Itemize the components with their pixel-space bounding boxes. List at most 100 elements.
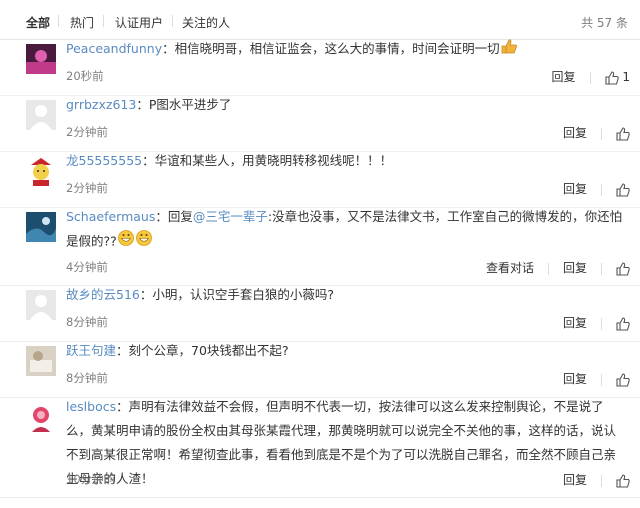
comment-item: 龙55555555：华谊和某些人，用黄晓明转移视线呢！！！ 2分钟前 回复: [0, 152, 640, 208]
colon: ：: [142, 153, 155, 168]
comment-item: leslbocs：声明有法律效益不会假，但声明不代表一切，按法律可以这么发来控制…: [0, 398, 640, 498]
action-divider: [601, 317, 602, 330]
comment-username[interactable]: Schaefermaus: [66, 209, 155, 224]
colon: ：: [155, 209, 168, 224]
reply-button[interactable]: 回复: [563, 370, 587, 387]
comment-actions: 查看对话 回复: [472, 259, 630, 276]
thumbs-up-icon: [616, 261, 630, 276]
tab-divider: [103, 15, 104, 27]
action-divider: [547, 262, 549, 275]
photo-avatar-icon: [26, 212, 56, 242]
tab-following[interactable]: 关注的人: [182, 14, 230, 31]
comment-body: 故乡的云516：小明，认识空手套白狼的小薇吗?: [66, 283, 626, 307]
comment-text: 刻个公章，70块钱都出不起?: [128, 343, 289, 358]
colon: ：: [136, 97, 149, 112]
avatar[interactable]: [26, 212, 56, 242]
comment-text: 相信晓明哥，相信证监会，这么大的事情，时间会证明一切: [174, 41, 500, 56]
comment-body: 龙55555555：华谊和某些人，用黄晓明转移视线呢！！！: [66, 149, 626, 173]
comment-actions: 回复 1: [538, 68, 630, 85]
reply-button[interactable]: 回复: [563, 180, 587, 197]
comment-time: 20秒前: [66, 69, 104, 83]
colon: ：: [116, 399, 129, 414]
like-button[interactable]: [616, 126, 630, 141]
like-button[interactable]: [616, 316, 630, 331]
thumbs-up-icon: [616, 182, 630, 197]
thumbs-up-icon: [604, 70, 619, 85]
tab-verified-users[interactable]: 认证用户: [115, 14, 163, 31]
thumbs-up-emoji-icon: [500, 38, 518, 62]
reply-button[interactable]: 回复: [563, 314, 587, 331]
comment-username[interactable]: Peaceandfunny: [66, 41, 162, 56]
comment-body: 跃王句建：刻个公章，70块钱都出不起?: [66, 339, 626, 363]
comment-body: Peaceandfunny：相信晓明哥，相信证监会，这么大的事情，时间会证明一切: [66, 37, 626, 62]
comment-item: 故乡的云516：小明，认识空手套白狼的小薇吗? 8分钟前 回复: [0, 286, 640, 342]
reply-button[interactable]: 回复: [563, 471, 587, 488]
avatar-icon: [26, 44, 56, 74]
comment-time: 4分钟前: [66, 260, 108, 274]
reply-button[interactable]: 回复: [563, 124, 587, 141]
avatar[interactable]: [26, 290, 56, 320]
comment-text: 声明有法律效益不会假，但声明不代表一切，按法律可以这么发来控制舆论，不是说了么，…: [66, 399, 617, 486]
comment-body: grrbzxz613：P图水平进步了: [66, 93, 626, 117]
comment-time: 10分钟前: [66, 472, 116, 486]
photo-avatar-icon: [26, 402, 56, 432]
thumbs-up-icon: [616, 316, 630, 331]
thumbs-up-icon: [616, 473, 630, 488]
avatar[interactable]: [26, 44, 56, 74]
comment-username[interactable]: grrbzxz613: [66, 97, 136, 112]
comment-item: 跃王句建：刻个公章，70块钱都出不起? 8分钟前 回复: [0, 342, 640, 398]
comment-item: Schaefermaus：回复@三宅一辈子:没章也没事，又不是法律文书，工作室自…: [0, 208, 640, 286]
action-divider: [601, 474, 602, 487]
avatar[interactable]: [26, 346, 56, 376]
comment-item: grrbzxz613：P图水平进步了 2分钟前 回复: [0, 96, 640, 152]
comment-body: Schaefermaus：回复@三宅一辈子:没章也没事，又不是法律文书，工作室自…: [66, 205, 626, 255]
comment-item: Peaceandfunny：相信晓明哥，相信证监会，这么大的事情，时间会证明一切…: [0, 37, 640, 96]
cartoon-avatar-icon: [26, 156, 56, 186]
reply-button[interactable]: 回复: [552, 68, 576, 85]
photo-avatar-icon: [26, 346, 56, 376]
like-button[interactable]: [616, 473, 630, 488]
comment-username[interactable]: 龙55555555: [66, 153, 142, 168]
comment-actions: 回复: [549, 370, 630, 387]
comment-time: 2分钟前: [66, 181, 108, 195]
colon: ：: [139, 287, 153, 302]
mention-link[interactable]: @三宅一辈子: [193, 209, 268, 224]
action-divider: [601, 183, 602, 196]
grin-emoji-icon: [117, 229, 153, 255]
comment-text: 华谊和某些人，用黄晓明转移视线呢！！！: [154, 153, 393, 168]
reply-button[interactable]: 回复: [563, 259, 587, 276]
comment-actions: 回复: [549, 471, 630, 488]
comment-filter-tabs: 全部 热门 认证用户 关注的人 共 57 条: [0, 0, 640, 40]
avatar[interactable]: [26, 156, 56, 186]
like-button[interactable]: 1: [604, 70, 630, 85]
thumbs-up-icon: [616, 372, 630, 387]
like-count: 1: [622, 70, 630, 84]
tab-divider: [58, 15, 59, 27]
like-button[interactable]: [616, 261, 630, 276]
comment-actions: 回复: [549, 124, 630, 141]
action-divider: [601, 373, 602, 386]
comment-time: 2分钟前: [66, 125, 108, 139]
thumbs-up-icon: [616, 126, 630, 141]
default-avatar-icon: [26, 100, 56, 130]
action-divider: [589, 71, 591, 84]
tab-hot[interactable]: 热门: [70, 14, 94, 31]
like-button[interactable]: [616, 372, 630, 387]
comment-text: 小明，认识空手套白狼的小薇吗?: [152, 287, 335, 302]
avatar[interactable]: [26, 100, 56, 130]
colon: ：: [116, 343, 129, 358]
tab-all[interactable]: 全部: [26, 14, 50, 31]
avatar[interactable]: [26, 402, 56, 432]
comment-username[interactable]: 故乡的云516: [66, 287, 140, 302]
comment-actions: 回复: [549, 314, 630, 331]
like-button[interactable]: [616, 182, 630, 197]
tab-divider: [172, 15, 173, 27]
comment-count: 共 57 条: [581, 16, 628, 30]
default-avatar-icon: [26, 290, 56, 320]
comment-actions: 回复: [549, 180, 630, 197]
view-thread-button[interactable]: 查看对话: [486, 259, 534, 276]
comment-time: 8分钟前: [66, 371, 108, 385]
colon: ：: [162, 41, 175, 56]
comment-username[interactable]: 跃王句建: [66, 343, 116, 358]
comment-username[interactable]: leslbocs: [66, 399, 116, 414]
